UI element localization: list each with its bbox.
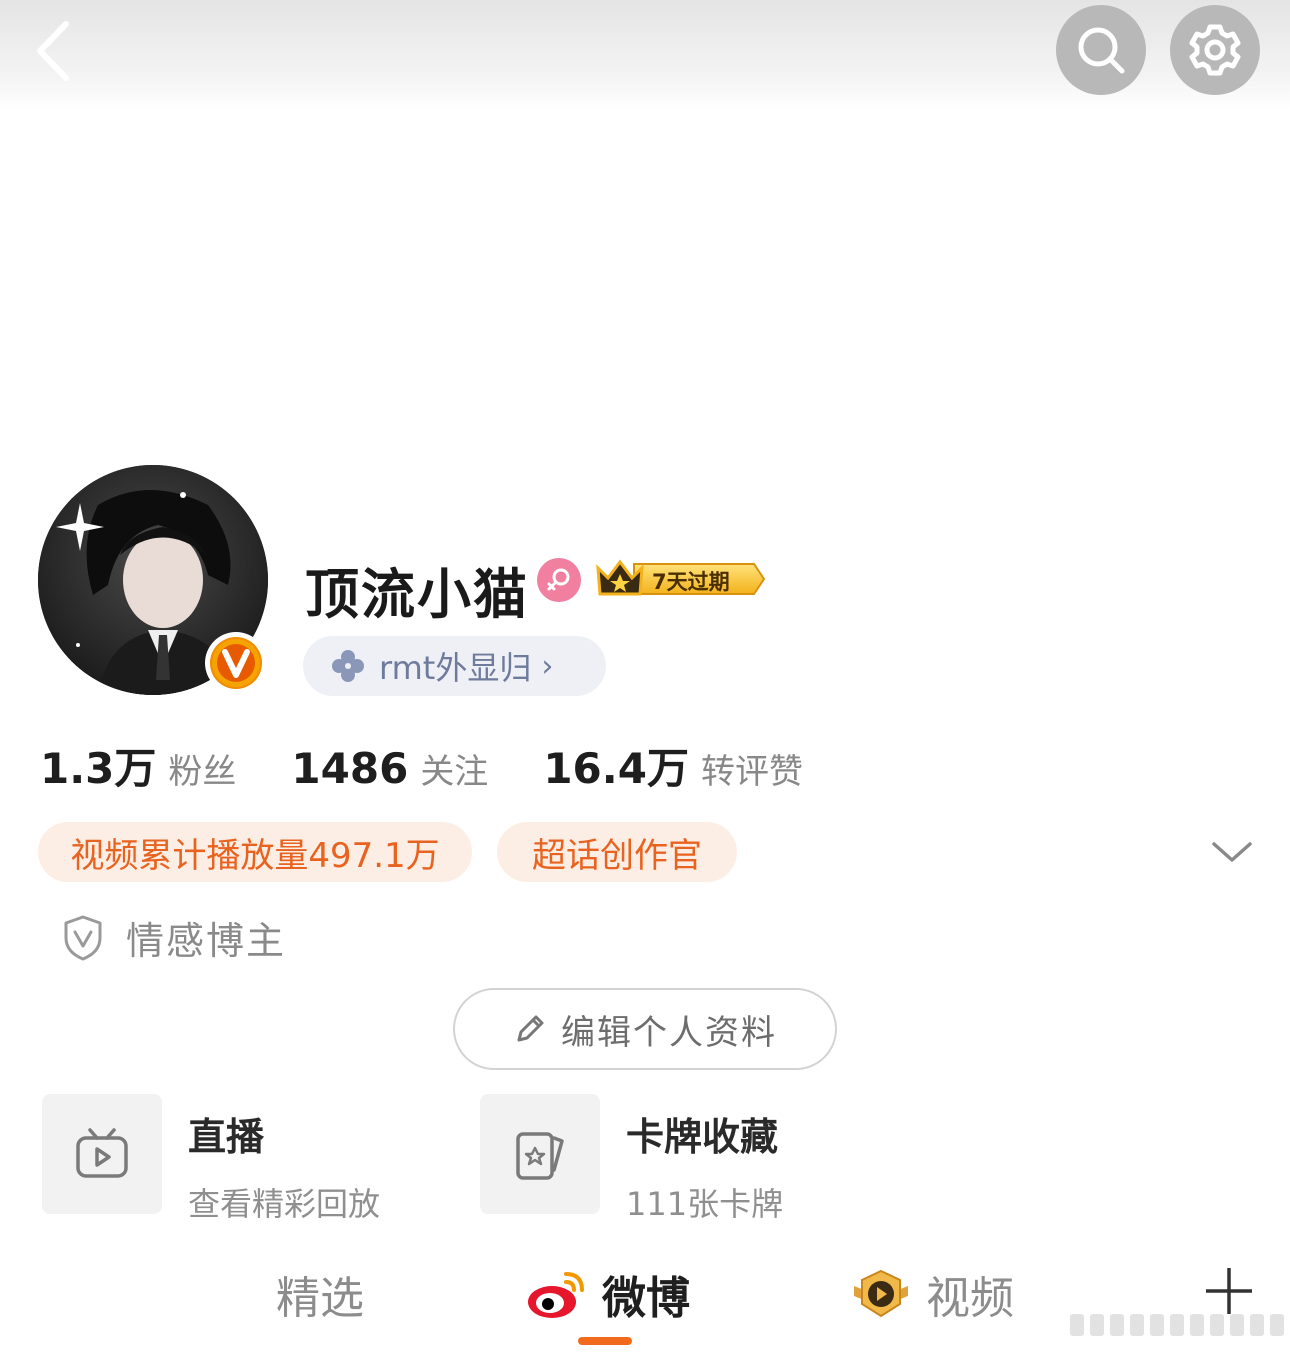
watermark [1050,1310,1290,1340]
shield-v-icon [64,915,102,960]
card-collection-title: 卡牌收藏 [626,1115,779,1159]
super-topic-creator-chip[interactable]: 超话创作官 [497,822,737,882]
clover-icon [332,650,364,682]
v-verified-icon [212,639,260,687]
chevron-left-icon [37,21,69,81]
weibo-logo-icon [528,1272,584,1318]
verified-badge [205,632,267,694]
tab-weibo-label: 微博 [602,1273,690,1324]
expand-button[interactable] [1210,836,1254,866]
search-button[interactable] [1056,5,1146,95]
stat-followers[interactable]: 1.3万 粉丝 [40,735,236,796]
stats-row: 1.3万 粉丝 1486 关注 16.4万 转评赞 [40,735,858,796]
top-bar [0,0,1290,110]
stat-label: 转评赞 [700,752,803,792]
stat-value: 16.4万 [543,744,689,793]
tab-video[interactable]: 视频 [850,1262,1014,1326]
gender-badge [537,558,581,602]
pencil-icon [517,1015,544,1042]
search-icon [1078,27,1125,74]
card-collection-card[interactable]: 卡牌收藏 111张卡牌 [480,1094,783,1225]
stat-value: 1486 [291,744,409,793]
stat-label: 关注 [420,752,489,792]
live-title: 直播 [188,1115,265,1159]
username: 顶流小猫 [305,563,529,626]
plus-icon [1206,1268,1252,1314]
group-tag-pill[interactable]: rmt外显归 › [303,636,606,696]
tab-featured[interactable]: 精选 [276,1262,364,1326]
edit-profile-label: 编辑个人资料 [561,1012,777,1053]
stat-following[interactable]: 1486 关注 [291,744,488,793]
video-plays-chip[interactable]: 视频累计播放量497.1万 [38,822,472,882]
tab-video-label: 视频 [926,1273,1014,1324]
settings-button[interactable] [1170,5,1260,95]
edit-profile-button[interactable]: 编辑个人资料 [453,988,837,1070]
category-label: 情感博主 [126,919,287,963]
group-tag-label: rmt外显归 [379,649,532,687]
blogger-category: 情感博主 [62,910,286,965]
video-badge-icon [854,1269,908,1318]
card-star-icon [516,1132,564,1180]
back-button[interactable] [28,18,84,84]
card-collection-icon-box [480,1094,600,1214]
live-card[interactable]: 直播 查看精彩回放 [42,1094,380,1225]
chevron-right-icon: › [541,648,554,684]
vip-expiry-text: 7天过期 [652,570,730,594]
live-icon-box [42,1094,162,1214]
tab-featured-label: 精选 [276,1273,364,1324]
active-tab-indicator [578,1337,632,1345]
tv-play-icon [76,1128,128,1178]
stat-label: 粉丝 [168,752,237,792]
live-subtitle: 查看精彩回放 [188,1185,381,1223]
add-tab-button[interactable] [1204,1266,1254,1316]
card-collection-subtitle: 111张卡牌 [626,1185,784,1223]
chevron-down-icon [1212,842,1252,862]
female-icon [547,568,570,591]
gear-icon [1189,24,1241,76]
tab-weibo[interactable]: 微博 [526,1262,690,1326]
stat-likes[interactable]: 16.4万 转评赞 [543,735,803,796]
stat-value: 1.3万 [40,744,157,793]
